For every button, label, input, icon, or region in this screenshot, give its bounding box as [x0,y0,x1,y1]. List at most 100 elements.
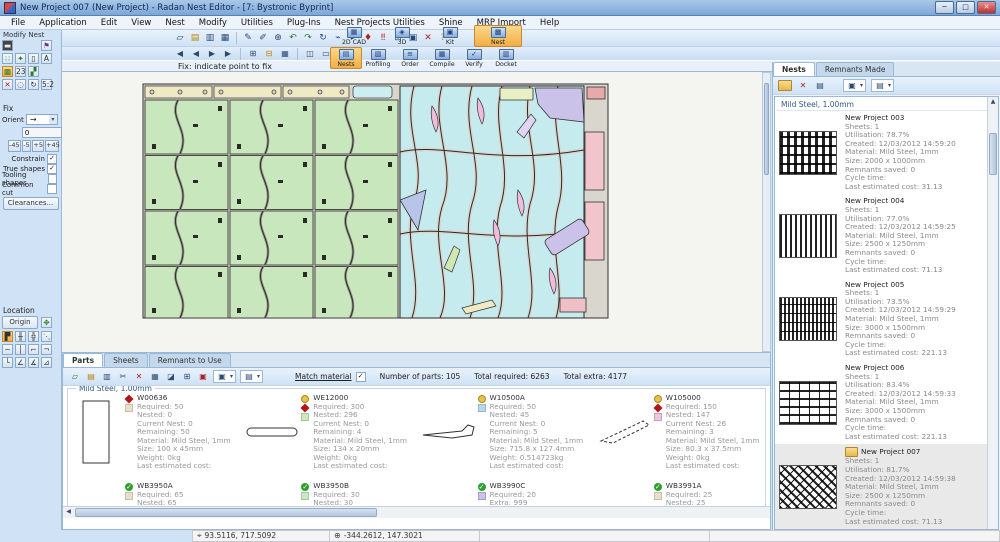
last-sheet-icon[interactable]: ▶ [222,49,234,59]
part-delete-all-icon[interactable]: ▣ [197,372,209,382]
remove-part-icon[interactable]: ✕ [133,372,145,382]
rotate-plus5-button[interactable]: +5 [32,140,44,152]
scrollbar-thumb[interactable] [764,83,769,175]
constrain-checkbox[interactable]: ✓ [47,154,57,164]
maximize-button[interactable]: □ [956,1,975,14]
compile-button[interactable]: ▦ Compile [426,47,458,69]
angle-icon[interactable]: ∠ [15,357,26,368]
refresh-icon[interactable]: ↻ [317,32,329,44]
scrollbar-thumb[interactable] [989,133,997,175]
menu-help[interactable]: Help [533,18,566,28]
order-button[interactable]: ≡ Order [394,47,426,69]
true-shapes-checkbox[interactable]: ✓ [47,164,57,174]
angle2-icon[interactable]: ∡ [28,357,39,368]
angle-input[interactable] [22,127,62,138]
align-edge-icon[interactable]: ╫ [15,331,26,342]
place-part-icon[interactable]: ▩ [2,66,13,77]
cluster-icon[interactable]: ✦ [15,53,26,64]
rotate-icon[interactable]: ↻ [28,79,39,90]
menu-nest[interactable]: Nest [158,18,191,28]
print-icon[interactable]: ▦ [219,32,231,44]
align-corner-icon[interactable]: ▛ [2,331,13,342]
snap-icon[interactable]: ⊕ [272,32,284,44]
draw-icon[interactable]: ✎ [242,32,254,44]
nest-item[interactable]: New Project 003 Sheets: 1Utilisation: 78… [775,111,998,194]
tab-remnants-to-use[interactable]: Remnants to Use [149,353,231,367]
match-material-checkbox[interactable]: ✓ [356,372,366,382]
save-icon[interactable]: ▥ [204,32,216,44]
nests-vertical-scrollbar[interactable]: ▲ [987,97,998,529]
nest-item-selected[interactable]: New Project 007 Sheets: 1Utilisation: 81… [775,444,998,529]
canvas-vertical-scrollbar[interactable] [762,72,771,352]
profiling-button[interactable]: ▧ Profiling [362,47,394,69]
redo-icon[interactable]: ↷ [302,32,314,44]
orient-dropdown[interactable]: → ▾ [26,114,58,125]
add-part-icon[interactable]: ▱ [69,372,81,382]
corner-tl-icon[interactable]: ⌐ [28,344,39,355]
docket-button[interactable]: ▥ Docket [490,47,522,69]
tab-parts[interactable]: Parts [63,353,103,367]
common-cut-checkbox[interactable] [47,184,57,194]
window-split-icon[interactable]: ◫ [304,49,316,59]
grid-icon[interactable]: ▦ [279,49,291,59]
open-nest-icon[interactable] [778,80,792,91]
menu-plugins[interactable]: Plug-Ins [280,18,328,28]
part-card[interactable]: W10500A Required: 50Nested: 45Current Ne… [418,392,592,480]
flag-icon[interactable]: ⚑ [41,40,52,51]
array-icon[interactable]: ∷ [2,53,13,64]
corner-tr-icon[interactable]: ¬ [41,344,52,355]
tab-nests[interactable]: Nests [773,62,815,76]
import-part-icon[interactable]: ▤ [85,372,97,382]
tab-remnants-made[interactable]: Remnants Made [816,62,895,76]
corner-bl-icon[interactable]: └ [2,357,13,368]
nest-item[interactable]: New Project 005 Sheets: 1Utilisation: 73… [775,278,998,361]
view-size-dropdown[interactable]: ▣▾ [213,370,236,383]
view-mode-dropdown[interactable]: ▤▾ [240,370,263,383]
origin-button[interactable]: Origin [2,316,38,329]
rotate-minus5-button[interactable]: -5 [22,140,32,152]
rotate-minus45-button[interactable]: -45 [8,140,21,152]
open-icon[interactable]: ▤ [189,32,201,44]
part-fill-icon[interactable]: ◪ [165,372,177,382]
text-tool-icon[interactable]: A [41,53,52,64]
next-sheet-icon[interactable]: ▶ [206,49,218,59]
verify-button[interactable]: ✓ Verify [458,47,490,69]
close-button[interactable]: ✕ [977,1,996,14]
sheet-props-icon[interactable]: ⊟ [263,49,275,59]
detail-view-dropdown[interactable]: ▤▾ [871,79,894,92]
tooling-shapes-checkbox[interactable] [48,174,57,184]
cad-2d-button[interactable]: ▦ 2D CAD [330,25,378,47]
scroll-left-icon[interactable]: ◀ [63,507,74,518]
sequence-icon[interactable]: 5:2 [41,79,52,90]
first-sheet-icon[interactable]: ◀ [174,49,186,59]
sheet-icon[interactable]: ▯ [28,53,39,64]
part-card[interactable]: W00636 Required: 50Nested: 0Current Nest… [65,392,239,480]
nests-button[interactable]: ▤ Nests [330,47,362,69]
menu-file[interactable]: File [4,18,32,28]
menu-application[interactable]: Application [32,18,94,28]
clearances-button[interactable]: Clearances... [3,197,59,210]
undo-icon[interactable]: ↶ [287,32,299,44]
new-file-icon[interactable]: ▱ [174,32,186,44]
part-table-icon[interactable]: ⊞ [181,372,193,382]
menu-view[interactable]: View [124,18,158,28]
prev-sheet-icon[interactable]: ◀ [190,49,202,59]
menu-utilities[interactable]: Utilities [234,18,280,28]
lasso-icon[interactable]: ◌ [15,79,26,90]
minimize-button[interactable]: ─ [935,1,954,14]
edit-icon[interactable]: ✐ [257,32,269,44]
angle3-icon[interactable]: ⊿ [41,357,52,368]
align-h-icon[interactable]: ─ [2,344,13,355]
part-card[interactable]: WE12000 Required: 300Nested: 296Current … [241,392,415,480]
delete-nest-icon[interactable]: ✕ [797,81,809,91]
fill-icon[interactable]: ▞ [28,66,39,77]
scrollbar-thumb[interactable] [75,508,377,517]
add-sheet-icon[interactable]: ⊞ [247,49,259,59]
menu-edit[interactable]: Edit [94,18,124,28]
scroll-up-icon[interactable]: ▲ [988,97,998,107]
kit-button[interactable]: ▣ Kit [426,25,474,47]
cad-3d-button[interactable]: ◈ 3D [378,25,426,47]
datum-icon[interactable]: ✥ [41,317,52,328]
report-icon[interactable]: ▤ [814,81,826,91]
menu-modify[interactable]: Modify [192,18,234,28]
